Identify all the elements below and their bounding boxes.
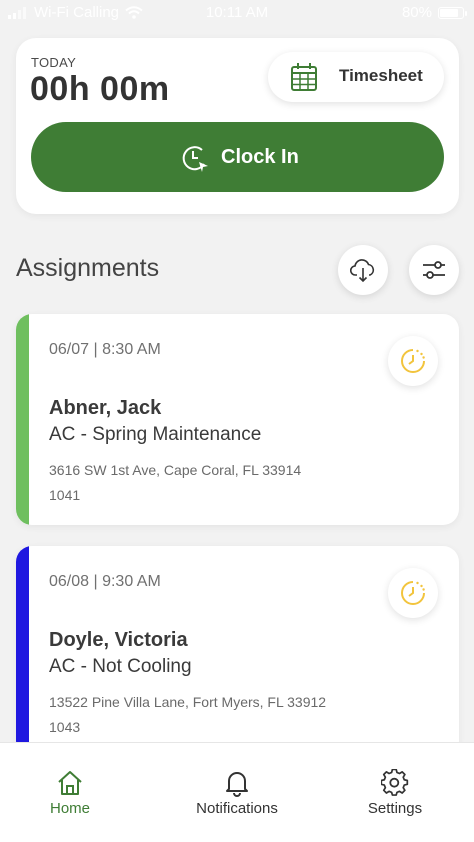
start-timer-button[interactable]	[388, 336, 438, 386]
start-timer-button[interactable]	[388, 568, 438, 618]
tab-bar: Home Notifications Settings	[0, 742, 474, 842]
assignment-status-bar	[16, 314, 29, 525]
download-button[interactable]	[338, 245, 388, 295]
home-icon	[58, 771, 82, 795]
battery-icon	[438, 6, 467, 19]
clock-in-button[interactable]: Clock In	[31, 122, 444, 192]
gear-icon	[381, 769, 409, 796]
calendar-icon	[291, 63, 317, 91]
timesheet-button[interactable]: Timesheet	[268, 52, 444, 102]
tab-settings-label: Settings	[367, 800, 423, 817]
status-bar: Wi-Fi Calling 10:11 AM 80%	[0, 0, 474, 28]
assignment-datetime: 06/07 | 8:30 AM	[49, 341, 161, 358]
assignment-datetime: 06/08 | 9:30 AM	[49, 573, 161, 590]
tab-notifications-label: Notifications	[196, 800, 278, 817]
assignment-status-bar	[16, 546, 29, 757]
sliders-icon	[423, 261, 445, 279]
timer-icon	[401, 581, 425, 605]
status-right: 80%	[401, 4, 467, 21]
assignment-job-number: 1043	[49, 719, 81, 735]
assignment-job-number: 1041	[49, 487, 81, 503]
timesheet-label: Timesheet	[339, 66, 423, 85]
assignment-card[interactable]: 06/08 | 9:30 AM Doyle, Victoria AC - Not…	[16, 546, 459, 757]
assignment-customer: Doyle, Victoria	[49, 629, 188, 651]
battery-percent: 80%	[401, 4, 432, 21]
assignment-customer: Abner, Jack	[49, 397, 162, 419]
today-elapsed-time: 00h 00m	[30, 70, 170, 108]
today-card: TODAY 00h 00m Timesheet Clock In	[16, 38, 459, 214]
timer-icon	[401, 349, 425, 373]
clock-in-label: Clock In	[221, 146, 299, 168]
today-label: TODAY	[31, 55, 77, 70]
assignment-address: 3616 SW 1st Ave, Cape Coral, FL 33914	[49, 462, 302, 478]
assignment-card[interactable]: 06/07 | 8:30 AM Abner, Jack AC - Spring …	[16, 314, 459, 525]
assignments-title: Assignments	[16, 254, 160, 282]
clock-icon	[182, 146, 208, 172]
assignment-service: AC - Not Cooling	[49, 656, 192, 677]
assignment-address: 13522 Pine Villa Lane, Fort Myers, FL 33…	[49, 694, 327, 710]
filter-button[interactable]	[409, 245, 459, 295]
tab-home-label: Home	[49, 800, 90, 817]
cloud-download-icon	[350, 259, 375, 283]
tab-home[interactable]: Home	[0, 743, 158, 842]
tab-notifications[interactable]: Notifications	[158, 743, 316, 842]
tab-settings[interactable]: Settings	[316, 743, 474, 842]
assignment-service: AC - Spring Maintenance	[49, 424, 262, 445]
bell-icon	[226, 772, 248, 797]
